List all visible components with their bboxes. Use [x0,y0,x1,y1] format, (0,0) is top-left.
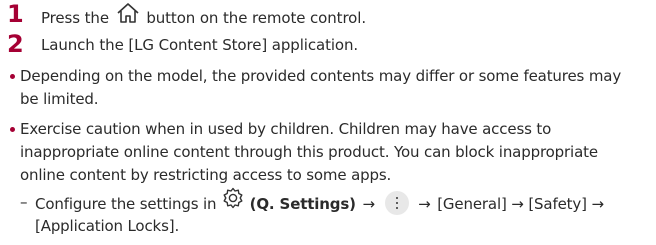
home-icon [116,2,140,29]
sub-text-line2: [Application Locks]. [35,217,180,235]
arrow-icon: → [418,195,431,213]
sub-text-tail: [General] → [Safety] → [437,195,604,213]
sub-dash: – [20,193,28,211]
more-menu-icon [384,190,409,215]
settings-label: (Q. Settings) [249,195,356,213]
step-text-after-icon: button on the remote control. [146,9,366,27]
step-text-before-icon: Press the [41,9,109,27]
step-number: 1 [7,0,24,28]
note-line: be limited. [20,90,99,108]
note-line: Depending on the model, the provided con… [20,67,622,85]
gear-icon [222,187,244,216]
arrow-icon: → [362,195,376,213]
note-line: Exercise caution when in used by childre… [20,120,552,138]
note-line: inappropriate online content through thi… [20,143,598,161]
document-page: 1 Press the button on the remote control… [0,0,656,245]
bullet-dot [10,74,15,79]
sub-text-before: Configure the settings in [35,195,217,213]
step-text: Launch the [LG Content Store] applicatio… [41,36,359,54]
step-number: 2 [7,30,24,58]
note-line: online content by restricting access to … [20,166,392,184]
bullet-dot [10,127,15,132]
